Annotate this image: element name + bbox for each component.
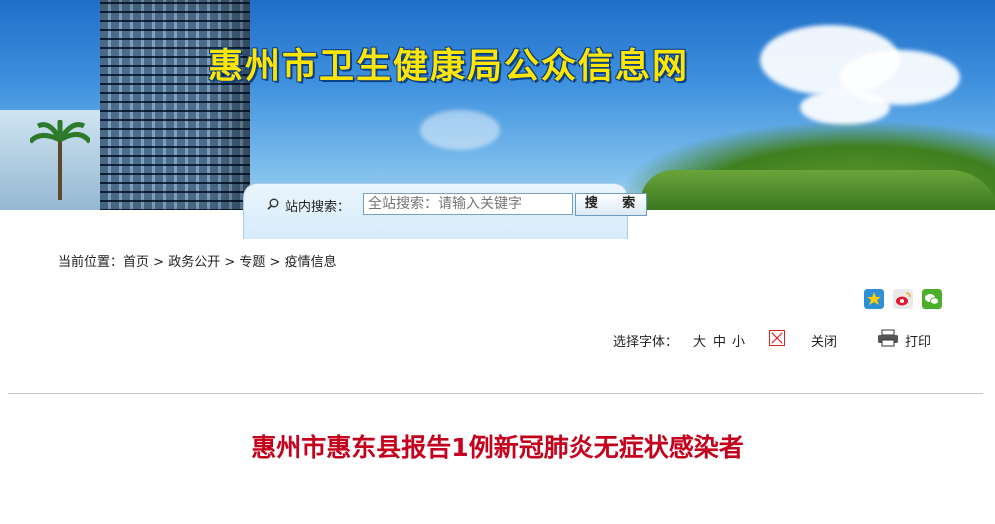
article-title: 惠州市惠东县报告1例新冠肺炎无症状感染者 xyxy=(251,433,744,462)
breadcrumb-link-home[interactable]: 首页 xyxy=(123,255,149,270)
font-medium-link[interactable]: 中 xyxy=(713,331,726,350)
palm-tree-icon xyxy=(30,120,90,200)
breadcrumb-link-topic[interactable]: 专题 xyxy=(239,255,265,270)
cloud-decoration xyxy=(420,110,500,150)
breadcrumb-prefix: 当前位置： xyxy=(58,255,124,270)
divider xyxy=(8,393,983,394)
breadcrumb-link-affairs[interactable]: 政务公开 xyxy=(168,255,220,270)
search-input[interactable] xyxy=(363,193,573,215)
font-size-label: 选择字体： xyxy=(613,335,679,350)
breadcrumb-link-epidemic[interactable]: 疫情信息 xyxy=(285,255,337,270)
breadcrumb-separator: > xyxy=(220,255,240,270)
wechat-icon[interactable] xyxy=(922,289,942,309)
breadcrumb-separator: > xyxy=(149,255,169,270)
close-icon[interactable] xyxy=(769,330,785,346)
breadcrumb: 当前位置：首页 > 政务公开 > 专题 > 疫情信息 xyxy=(58,251,337,270)
search-button[interactable]: 搜 索 xyxy=(575,193,647,216)
building-decoration xyxy=(100,0,250,220)
breadcrumb-separator: > xyxy=(265,255,285,270)
weibo-icon[interactable] xyxy=(893,289,913,309)
site-title: 惠州市卫生健康局公众信息网 xyxy=(208,46,690,87)
font-small-link[interactable]: 小 xyxy=(732,331,745,350)
close-link[interactable]: 关闭 xyxy=(811,331,837,350)
print-link[interactable]: 打印 xyxy=(905,331,931,350)
qzone-icon[interactable] xyxy=(864,289,884,309)
font-large-link[interactable]: 大 xyxy=(693,331,706,350)
search-icon xyxy=(267,198,279,210)
search-label: 站内搜索： xyxy=(285,200,351,215)
printer-icon[interactable] xyxy=(877,329,899,347)
